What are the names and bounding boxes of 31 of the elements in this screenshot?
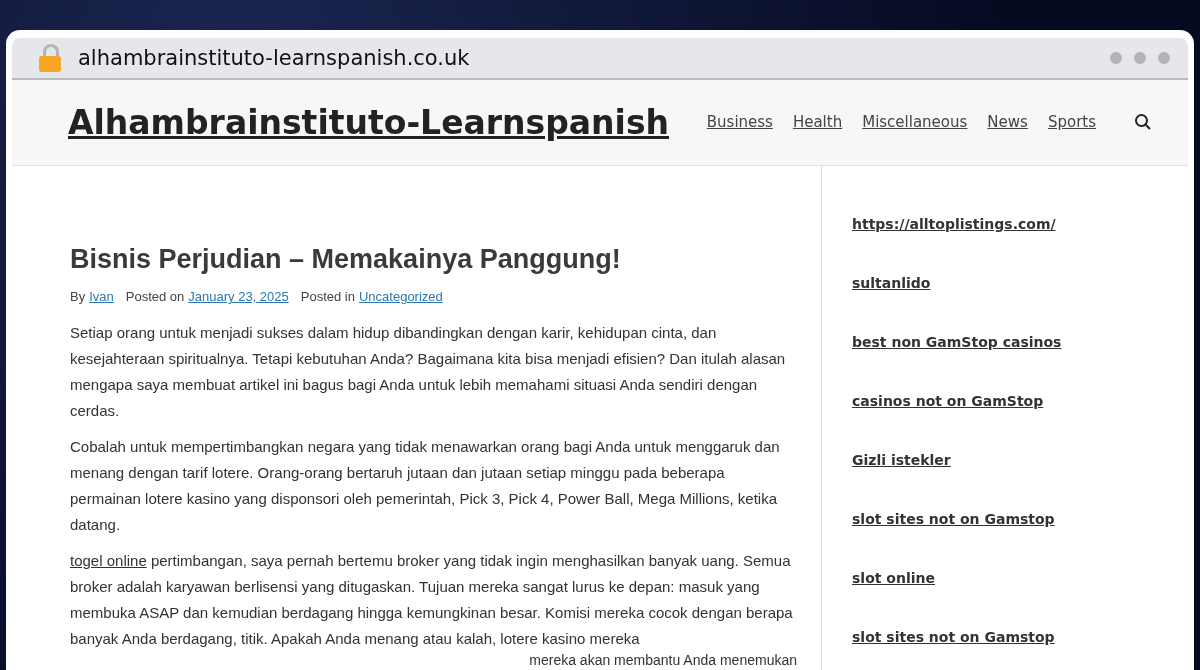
nav-link[interactable]: Sports: [1047, 113, 1096, 132]
sidebar-link[interactable]: slot sites not on Gamstop: [852, 629, 1168, 645]
post-title: Bisnis Perjudian – Memakainya Panggung!: [70, 244, 622, 275]
padlock-icon: [38, 43, 62, 72]
meta-label: Posted in: [300, 289, 355, 304]
category-link[interactable]: Uncategorized: [358, 289, 443, 304]
window-dot-icon[interactable]: [1158, 51, 1170, 64]
search-icon[interactable]: [1134, 113, 1152, 132]
article-text-fragment: mereka akan membantu Anda menemukan: [528, 651, 797, 670]
site-title-link[interactable]: Alhambrainstituto-Learnspanish: [68, 102, 707, 142]
nav-link[interactable]: News: [987, 113, 1028, 132]
nav-link[interactable]: Miscellaneous: [862, 113, 968, 132]
sidebar-link[interactable]: sultanlido: [852, 275, 1168, 291]
sidebar-link[interactable]: https://alltoplistings.com/: [852, 216, 1168, 232]
sidebar-link[interactable]: slot sites not on Gamstop: [852, 511, 1168, 527]
window-dot-icon[interactable]: [1134, 51, 1146, 64]
nav-link[interactable]: Health: [792, 113, 843, 132]
sidebar-link[interactable]: casinos not on GamStop: [852, 393, 1168, 409]
article-paragraph: togel online pertimbangan, saya pernah bertemu broker yang tidak ingin menghasilkan banyak uang. Semua broker adalah karyawan berlisensi yang ditugaskan. Tujuan mereka sangat lurus ke depan: masuk yang membuka ASAP dan kemudian berdagang hingga kemungkinan besar. Komisi mereka cocok dengan berapa banyak Anda berdagang, titik. Apakah Anda menang atau kalah, lotere kasino mereka: [70, 551, 794, 649]
sidebar-link[interactable]: slot online: [852, 570, 1168, 586]
meta-label: By: [70, 289, 86, 304]
sidebar-link[interactable]: Gizli istekler: [852, 452, 1168, 468]
sidebar-link[interactable]: best non GamStop casinos: [852, 334, 1168, 350]
date-link[interactable]: January 23, 2025: [188, 289, 289, 304]
nav-link[interactable]: Business: [706, 113, 773, 132]
meta-label: Posted on: [125, 289, 185, 304]
author-link[interactable]: Ivan: [89, 289, 114, 304]
window-dot-icon[interactable]: [1110, 51, 1122, 64]
article-paragraph: Cobalah untuk mempertimbangkan negara yang tidak menawarkan orang bagi Anda untuk menggaruk dan menang dengan tarif lotere. Orang-orang bertaruh jutaan dan jutaan setiap minggu pada beberapa permainan lotere kasino yang disponsori oleh pemerintah, Pick 3, Pick 4, Power Ball, Mega Millions, ketika datang.: [70, 437, 781, 535]
article-link[interactable]: togel online: [70, 552, 147, 569]
article-paragraph: Setiap orang untuk menjadi sukses dalam hidup dibandingkan dengan karir, kehidupan cinta, dan kesejahteraan spiritualnya. Tetapi kebutuhan Anda? Bagaimana kita bisa menjadi efisien? Dan itulah alasan mengapa saya membuat artikel ini bagus bagi Anda untuk lebih memahami situasi Anda sendiri dengan cerdas.: [70, 323, 787, 421]
